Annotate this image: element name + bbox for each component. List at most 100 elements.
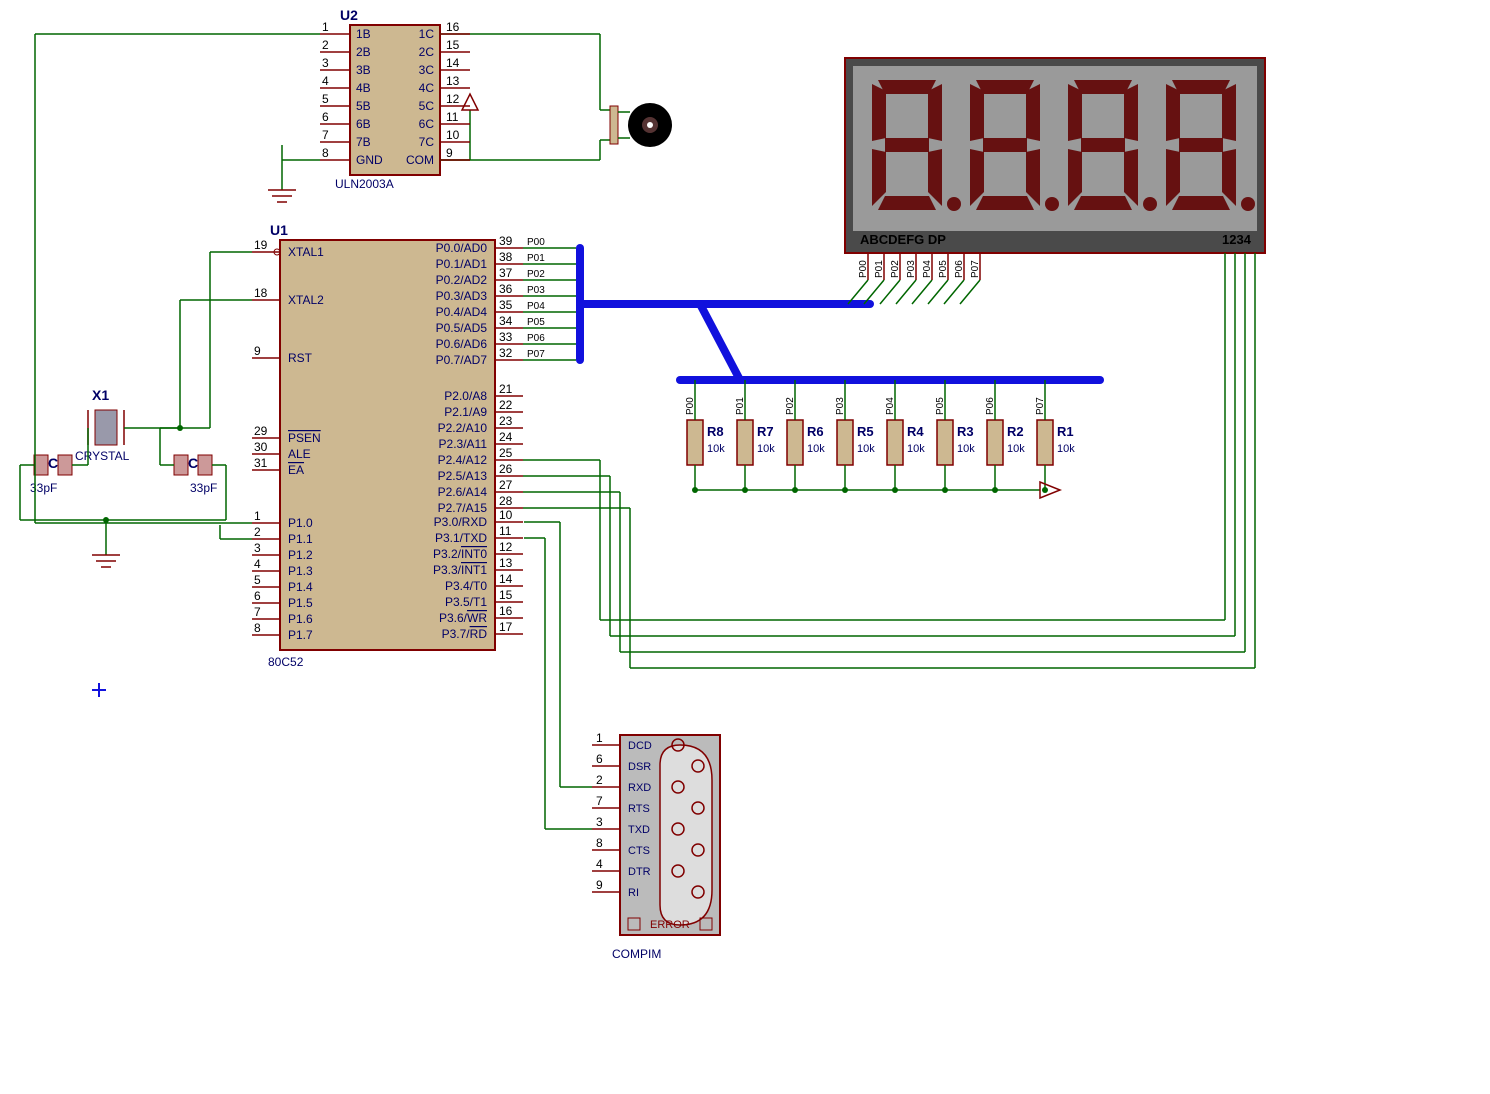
svg-text:15: 15 bbox=[499, 588, 513, 602]
svg-text:17: 17 bbox=[499, 620, 513, 634]
svg-text:33pF: 33pF bbox=[30, 481, 57, 495]
svg-text:P1.0: P1.0 bbox=[288, 516, 313, 530]
svg-text:P02: P02 bbox=[527, 269, 545, 280]
svg-text:14: 14 bbox=[446, 56, 460, 70]
component-x1[interactable]: X1 CRYSTAL bbox=[75, 387, 130, 463]
xtal-wiring bbox=[20, 252, 252, 567]
svg-text:29: 29 bbox=[254, 424, 268, 438]
svg-text:P2.0/A8: P2.0/A8 bbox=[444, 389, 487, 403]
svg-text:31: 31 bbox=[254, 456, 268, 470]
svg-text:4: 4 bbox=[596, 857, 603, 871]
svg-text:12: 12 bbox=[499, 540, 513, 554]
component-c1[interactable]: C1 33pF bbox=[30, 455, 72, 495]
svg-text:6B: 6B bbox=[356, 117, 371, 131]
svg-text:P0.5/AD5: P0.5/AD5 bbox=[436, 321, 488, 335]
u1-ref: U1 bbox=[270, 222, 288, 238]
svg-text:P01: P01 bbox=[527, 253, 545, 264]
svg-text:8: 8 bbox=[322, 146, 329, 160]
cursor-marker bbox=[92, 683, 106, 697]
svg-text:9: 9 bbox=[596, 878, 603, 892]
svg-text:1B: 1B bbox=[356, 27, 371, 41]
svg-text:P2.6/A14: P2.6/A14 bbox=[438, 485, 488, 499]
svg-text:P02: P02 bbox=[785, 397, 796, 415]
svg-text:ALE: ALE bbox=[288, 447, 311, 461]
power-arrow bbox=[462, 94, 478, 110]
svg-text:P1.1: P1.1 bbox=[288, 532, 313, 546]
svg-text:5C: 5C bbox=[419, 99, 435, 113]
svg-text:25: 25 bbox=[499, 446, 513, 460]
svg-text:35: 35 bbox=[499, 298, 513, 312]
svg-text:16: 16 bbox=[446, 20, 460, 34]
svg-text:1: 1 bbox=[322, 20, 329, 34]
svg-text:P0.6/AD6: P0.6/AD6 bbox=[436, 337, 488, 351]
svg-text:3C: 3C bbox=[419, 63, 435, 77]
svg-text:21: 21 bbox=[499, 382, 513, 396]
svg-text:RTS: RTS bbox=[628, 803, 650, 815]
svg-text:22: 22 bbox=[499, 398, 513, 412]
svg-text:DCD: DCD bbox=[628, 740, 652, 752]
svg-text:PSEN: PSEN bbox=[288, 431, 321, 445]
svg-text:6: 6 bbox=[254, 589, 261, 603]
svg-text:4: 4 bbox=[322, 74, 329, 88]
svg-text:32: 32 bbox=[499, 346, 513, 360]
svg-text:R6: R6 bbox=[807, 424, 824, 439]
svg-text:10k: 10k bbox=[907, 443, 925, 455]
svg-text:CTS: CTS bbox=[628, 845, 650, 857]
svg-text:23: 23 bbox=[499, 414, 513, 428]
gnd-u2 bbox=[268, 145, 296, 202]
svg-text:1: 1 bbox=[596, 731, 603, 745]
bus-p0-diag bbox=[700, 304, 740, 380]
svg-text:12: 12 bbox=[446, 92, 460, 106]
svg-text:P0.0/AD0: P0.0/AD0 bbox=[436, 241, 488, 255]
svg-text:R7: R7 bbox=[757, 424, 774, 439]
svg-text:P07: P07 bbox=[970, 260, 981, 278]
svg-text:P00: P00 bbox=[685, 397, 696, 415]
component-c2[interactable]: C2 33pF bbox=[174, 455, 217, 495]
svg-text:P1.7: P1.7 bbox=[288, 628, 313, 642]
svg-text:13: 13 bbox=[499, 556, 513, 570]
svg-text:24: 24 bbox=[499, 430, 513, 444]
svg-text:30: 30 bbox=[254, 440, 268, 454]
svg-text:P05: P05 bbox=[527, 317, 545, 328]
svg-text:P3.2/INT0: P3.2/INT0 bbox=[433, 547, 487, 561]
svg-text:ABCDEFG DP: ABCDEFG DP bbox=[860, 232, 946, 247]
svg-text:10k: 10k bbox=[807, 443, 825, 455]
serial-wires bbox=[524, 522, 592, 829]
svg-text:7: 7 bbox=[596, 794, 603, 808]
svg-text:GND: GND bbox=[356, 153, 383, 167]
svg-text:X1: X1 bbox=[92, 387, 109, 403]
svg-text:6: 6 bbox=[596, 752, 603, 766]
svg-text:2: 2 bbox=[254, 525, 261, 539]
svg-text:P1.3: P1.3 bbox=[288, 564, 313, 578]
svg-text:10k: 10k bbox=[1007, 443, 1025, 455]
svg-text:11: 11 bbox=[446, 110, 459, 124]
svg-text:DTR: DTR bbox=[628, 866, 651, 878]
svg-text:39: 39 bbox=[499, 234, 513, 248]
svg-text:P0.1/AD1: P0.1/AD1 bbox=[436, 257, 488, 271]
svg-text:10k: 10k bbox=[707, 443, 725, 455]
svg-text:P2.2/A10: P2.2/A10 bbox=[438, 421, 488, 435]
svg-text:P2.7/A15: P2.7/A15 bbox=[438, 501, 488, 515]
svg-text:P00: P00 bbox=[858, 260, 869, 278]
svg-text:P03: P03 bbox=[835, 397, 846, 415]
svg-text:XTAL2: XTAL2 bbox=[288, 293, 324, 307]
svg-text:P04: P04 bbox=[885, 397, 896, 415]
svg-text:P3.3/INT1: P3.3/INT1 bbox=[433, 563, 487, 577]
svg-text:COM: COM bbox=[406, 153, 434, 167]
svg-text:1C: 1C bbox=[419, 27, 435, 41]
svg-text:3: 3 bbox=[322, 56, 329, 70]
svg-text:13: 13 bbox=[446, 74, 460, 88]
svg-text:P3.4/T0: P3.4/T0 bbox=[445, 579, 487, 593]
svg-text:R1: R1 bbox=[1057, 424, 1074, 439]
svg-text:6: 6 bbox=[322, 110, 329, 124]
svg-text:P3.7/RD: P3.7/RD bbox=[442, 627, 488, 641]
svg-text:11: 11 bbox=[499, 524, 512, 538]
svg-text:14: 14 bbox=[499, 572, 513, 586]
svg-text:P05: P05 bbox=[938, 260, 949, 278]
svg-text:6C: 6C bbox=[419, 117, 435, 131]
svg-text:R5: R5 bbox=[857, 424, 874, 439]
svg-text:R2: R2 bbox=[1007, 424, 1024, 439]
component-buzzer[interactable] bbox=[610, 103, 672, 147]
svg-text:P04: P04 bbox=[527, 301, 545, 312]
svg-text:P03: P03 bbox=[906, 260, 917, 278]
